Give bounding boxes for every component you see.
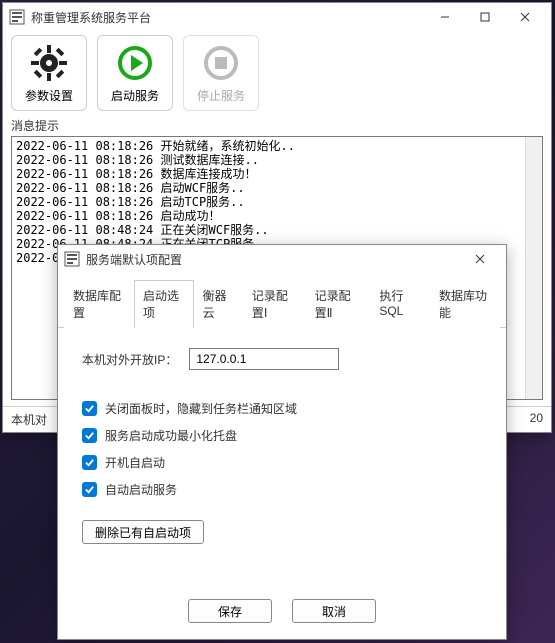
tab-5[interactable]: 执行SQL xyxy=(370,280,430,328)
log-section-label: 消息提示 xyxy=(3,115,551,136)
cancel-button[interactable]: 取消 xyxy=(292,599,376,623)
checkbox-label-2: 开机自启动 xyxy=(105,454,165,471)
ip-input[interactable] xyxy=(189,348,339,370)
dialog-tabs: 数据库配置启动选项衡器云记录配置Ⅰ记录配置Ⅱ执行SQL数据库功能 xyxy=(58,279,506,328)
stop-service-button: 停止服务 xyxy=(183,35,259,111)
maximize-button[interactable] xyxy=(465,3,505,31)
gear-icon xyxy=(29,43,69,83)
checkbox-row-1: 服务启动成功最小化托盘 xyxy=(82,427,482,444)
checkbox-label-3: 自动启动服务 xyxy=(105,481,177,498)
checkbox-0[interactable] xyxy=(82,401,97,416)
remove-autostart-button[interactable]: 删除已有自启动项 xyxy=(82,520,204,544)
checkbox-2[interactable] xyxy=(82,455,97,470)
ip-row: 本机对外开放IP： xyxy=(82,348,482,370)
startup-options-panel: 本机对外开放IP： 关闭面板时，隐藏到任务栏通知区域服务启动成功最小化托盘开机自… xyxy=(58,328,506,587)
dialog-titlebar[interactable]: 服务端默认项配置 xyxy=(58,245,506,273)
tab-0[interactable]: 数据库配置 xyxy=(64,280,134,328)
checkbox-label-1: 服务启动成功最小化托盘 xyxy=(105,427,237,444)
status-left: 本机对 xyxy=(11,411,47,428)
close-button[interactable] xyxy=(505,3,545,31)
minimize-button[interactable] xyxy=(425,3,465,31)
config-dialog: 服务端默认项配置 数据库配置启动选项衡器云记录配置Ⅰ记录配置Ⅱ执行SQL数据库功… xyxy=(57,244,507,640)
stop-icon xyxy=(201,43,241,83)
save-button[interactable]: 保存 xyxy=(188,599,272,623)
tab-6[interactable]: 数据库功能 xyxy=(430,280,500,328)
main-title: 称重管理系统服务平台 xyxy=(31,9,151,26)
checkbox-row-3: 自动启动服务 xyxy=(82,481,482,498)
tab-3[interactable]: 记录配置Ⅰ xyxy=(243,280,306,328)
checkbox-label-0: 关闭面板时，隐藏到任务栏通知区域 xyxy=(105,400,297,417)
tab-2[interactable]: 衡器云 xyxy=(194,280,243,328)
checkbox-1[interactable] xyxy=(82,428,97,443)
dialog-close-button[interactable] xyxy=(460,245,500,273)
checkbox-3[interactable] xyxy=(82,482,97,497)
app-icon xyxy=(9,9,25,25)
dialog-icon xyxy=(64,251,80,267)
settings-button[interactable]: 参数设置 xyxy=(11,35,87,111)
status-right: 20 xyxy=(530,411,543,428)
start-label: 启动服务 xyxy=(111,87,159,104)
main-toolbar: 参数设置 启动服务 停止服务 xyxy=(3,31,551,115)
dialog-button-row: 保存 取消 xyxy=(58,587,506,639)
main-titlebar[interactable]: 称重管理系统服务平台 xyxy=(3,3,551,31)
ip-label: 本机对外开放IP： xyxy=(82,351,177,368)
checkbox-row-2: 开机自启动 xyxy=(82,454,482,471)
checkbox-row-0: 关闭面板时，隐藏到任务栏通知区域 xyxy=(82,400,482,417)
start-service-button[interactable]: 启动服务 xyxy=(97,35,173,111)
settings-label: 参数设置 xyxy=(25,87,73,104)
stop-label: 停止服务 xyxy=(197,87,245,104)
dialog-title: 服务端默认项配置 xyxy=(86,251,182,268)
play-icon xyxy=(115,43,155,83)
tab-4[interactable]: 记录配置Ⅱ xyxy=(306,280,371,328)
tab-1[interactable]: 启动选项 xyxy=(134,280,194,328)
